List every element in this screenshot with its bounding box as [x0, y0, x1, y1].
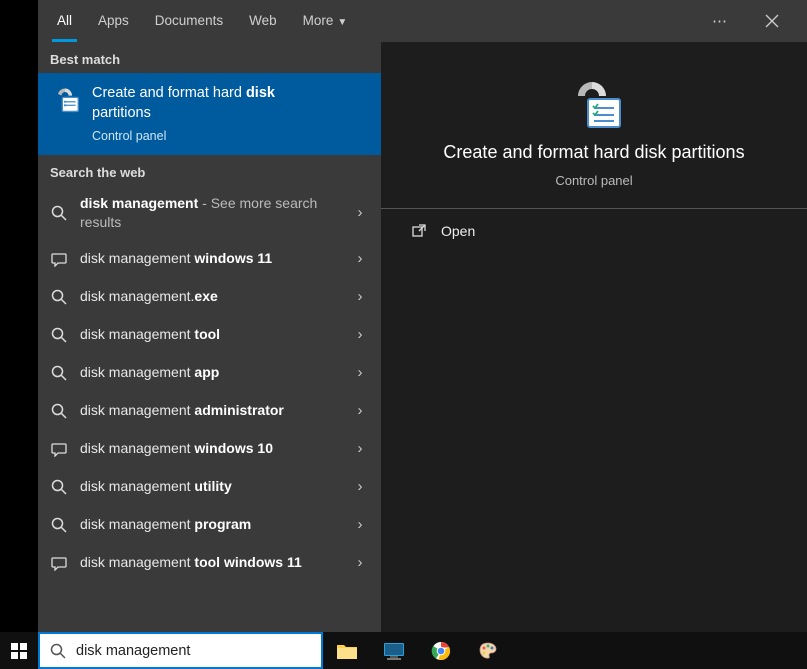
chevron-right-icon: › — [351, 554, 369, 571]
web-result-text: disk management tool windows 11 — [80, 553, 339, 572]
start-button[interactable] — [0, 632, 38, 669]
bm-title-line2: partitions — [92, 103, 275, 123]
tab-more-label: More — [303, 13, 334, 28]
web-result-row[interactable]: disk management windows 11 › — [38, 240, 381, 278]
best-match-text: Create and format hard disk partitions C… — [92, 83, 275, 145]
tab-all-label: All — [57, 13, 72, 28]
best-match-result[interactable]: Create and format hard disk partitions C… — [38, 73, 381, 155]
search-icon — [50, 478, 68, 496]
tab-documents[interactable]: Documents — [142, 0, 236, 42]
web-result-row[interactable]: disk management.exe › — [38, 278, 381, 316]
tabs-row: All Apps Documents Web More▼ ⋯ — [38, 0, 807, 42]
taskbar — [0, 632, 807, 669]
chat-icon — [50, 440, 68, 458]
bm-title-bold: disk — [246, 85, 275, 101]
search-icon — [50, 204, 68, 222]
tab-apps[interactable]: Apps — [85, 0, 142, 42]
best-match-header: Best match — [38, 42, 381, 73]
tab-apps-label: Apps — [98, 13, 129, 28]
web-result-text: disk management - See more search result… — [80, 194, 339, 232]
open-icon — [411, 223, 427, 239]
web-result-row[interactable]: disk management app › — [38, 354, 381, 392]
web-result-row[interactable]: disk management tool › — [38, 316, 381, 354]
chevron-right-icon: › — [351, 516, 369, 533]
taskbar-paint[interactable] — [464, 632, 511, 669]
web-result-row[interactable]: disk management - See more search result… — [38, 186, 381, 240]
search-panel: All Apps Documents Web More▼ ⋯ Best matc… — [38, 0, 807, 632]
chat-icon — [50, 554, 68, 572]
web-result-text: disk management windows 11 — [80, 249, 339, 268]
tab-documents-label: Documents — [155, 13, 223, 28]
web-result-row[interactable]: disk management tool windows 11 › — [38, 544, 381, 582]
search-icon — [50, 643, 66, 659]
more-options-button[interactable]: ⋯ — [706, 6, 735, 36]
chevron-right-icon: › — [351, 326, 369, 343]
preview-title: Create and format hard disk partitions — [443, 142, 744, 163]
control-panel-icon — [564, 77, 624, 132]
web-result-text: disk management tool — [80, 325, 339, 344]
chevron-right-icon: › — [351, 440, 369, 457]
web-result-row[interactable]: disk management administrator › — [38, 392, 381, 430]
search-icon — [50, 288, 68, 306]
preview-column: Create and format hard disk partitions C… — [381, 42, 807, 632]
web-result-text: disk management app — [80, 363, 339, 382]
search-icon — [50, 402, 68, 420]
web-result-text: disk management administrator — [80, 401, 339, 420]
close-button[interactable] — [755, 8, 789, 34]
chevron-down-icon: ▼ — [337, 17, 347, 28]
control-panel-icon — [50, 85, 80, 115]
results-column: Best match Create and format hard disk — [38, 42, 381, 632]
search-icon — [50, 516, 68, 534]
web-result-text: disk management.exe — [80, 287, 339, 306]
bm-title-pre: Create and format hard — [92, 85, 246, 101]
chevron-right-icon: › — [351, 204, 369, 221]
chevron-right-icon: › — [351, 364, 369, 381]
search-input[interactable] — [76, 643, 311, 659]
taskbar-file-explorer[interactable] — [323, 632, 370, 669]
tab-all[interactable]: All — [44, 0, 85, 42]
chevron-right-icon: › — [351, 402, 369, 419]
chevron-right-icon: › — [351, 478, 369, 495]
tab-more[interactable]: More▼ — [290, 0, 361, 42]
taskbar-desktop-icon[interactable] — [370, 632, 417, 669]
tab-web[interactable]: Web — [236, 0, 290, 42]
web-result-row[interactable]: disk management program › — [38, 506, 381, 544]
tab-web-label: Web — [249, 13, 277, 28]
web-result-row[interactable]: disk management utility › — [38, 468, 381, 506]
chevron-right-icon: › — [351, 288, 369, 305]
search-web-header: Search the web — [38, 155, 381, 186]
preview-subtitle: Control panel — [555, 173, 632, 188]
search-icon — [50, 364, 68, 382]
search-icon — [50, 326, 68, 344]
preview-header: Create and format hard disk partitions C… — [381, 42, 807, 209]
chat-icon — [50, 250, 68, 268]
web-result-text: disk management utility — [80, 477, 339, 496]
web-result-text: disk management program — [80, 515, 339, 534]
taskbar-chrome[interactable] — [417, 632, 464, 669]
bm-subtitle: Control panel — [92, 128, 275, 146]
web-result-text: disk management windows 10 — [80, 439, 339, 458]
chevron-right-icon: › — [351, 250, 369, 267]
web-result-row[interactable]: disk management windows 10 › — [38, 430, 381, 468]
taskbar-search-box[interactable] — [38, 632, 323, 669]
open-action[interactable]: Open — [381, 209, 807, 253]
open-label: Open — [441, 223, 475, 239]
